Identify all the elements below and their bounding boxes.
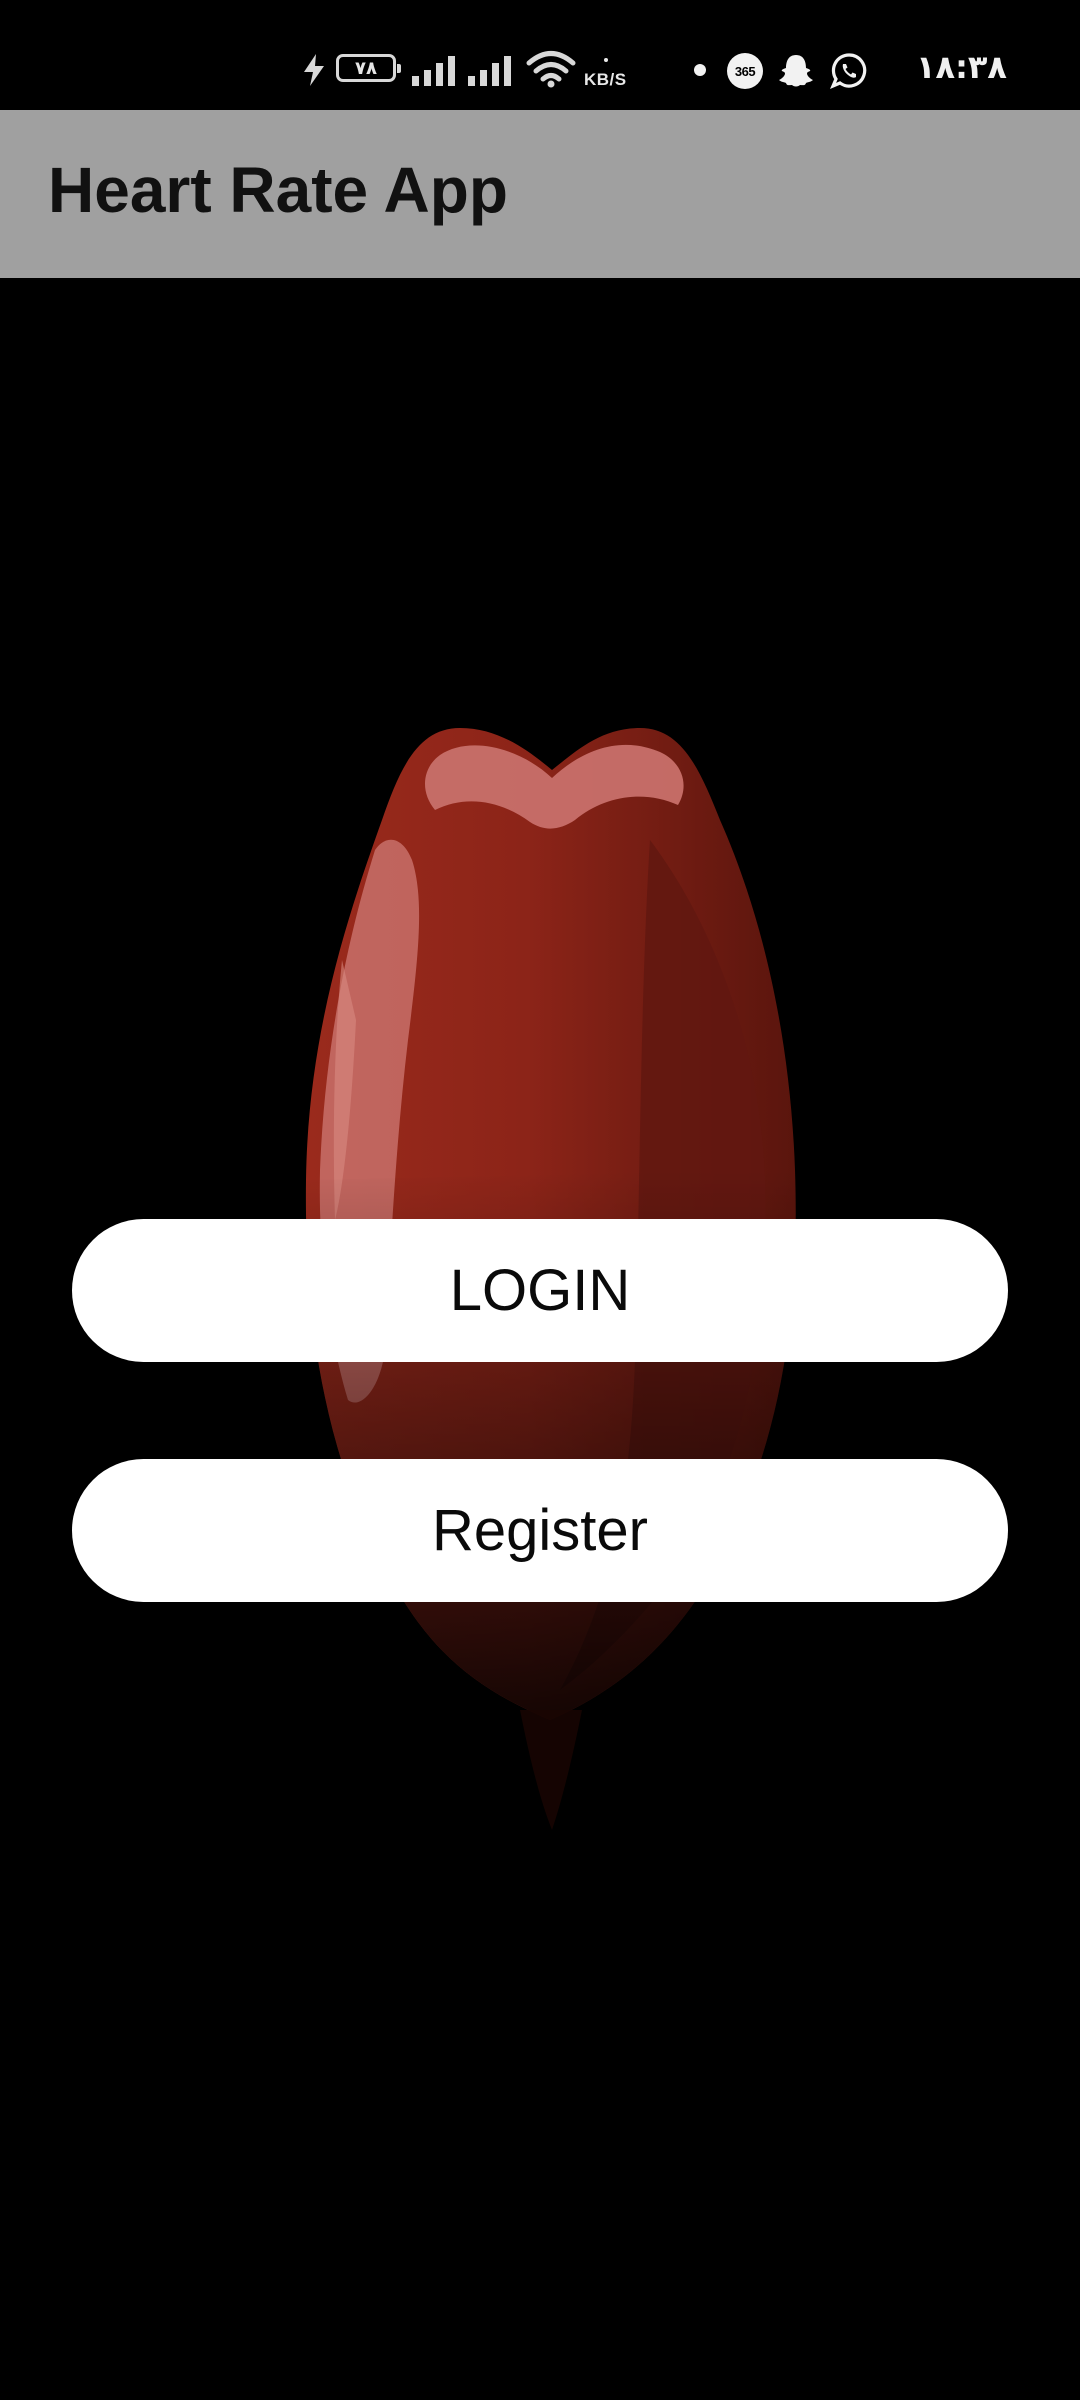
login-button[interactable]: LOGIN	[72, 1219, 1008, 1362]
notification-dot-icon	[694, 64, 706, 76]
cell-signal-icon	[468, 54, 514, 91]
battery-icon: ۷۸	[336, 54, 401, 82]
app-title: Heart Rate App	[48, 154, 508, 226]
app-bar: Heart Rate App	[0, 110, 1080, 278]
ghost-icon	[778, 52, 814, 95]
network-speed-unit: KB/S	[584, 70, 627, 89]
network-activity-dot	[604, 58, 608, 62]
app-365-label: 365	[734, 63, 756, 79]
status-bar: ۷۸ KB/S 365 ۱۸:۳۸	[0, 0, 1080, 110]
screen: ۷۸ KB/S 365 ۱۸:۳۸ Heart Rate App LOGIN R…	[0, 0, 1080, 2400]
register-button[interactable]: Register	[72, 1459, 1008, 1602]
battery-level: ۷۸	[355, 57, 377, 79]
wifi-icon	[526, 50, 576, 93]
cell-signal-icon	[412, 54, 458, 91]
charging-bolt-icon	[300, 52, 328, 93]
app-365-icon: 365	[727, 53, 763, 89]
clock: ۱۸:۳۸	[916, 48, 1007, 86]
whatsapp-icon	[829, 52, 868, 95]
